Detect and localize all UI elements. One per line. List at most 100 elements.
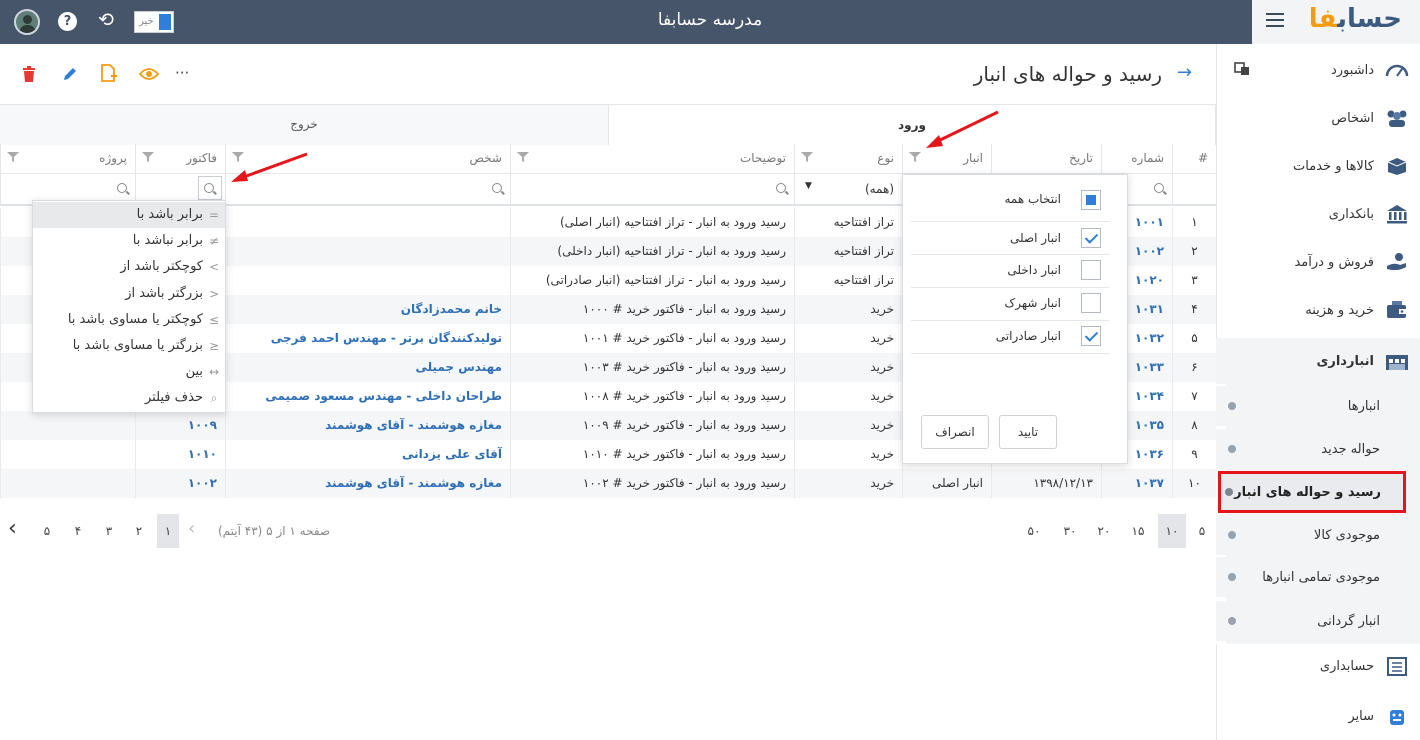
warehouse-option-checkbox[interactable]: [1081, 293, 1101, 313]
split-view-icon[interactable]: [1234, 62, 1250, 76]
cell-invoice[interactable]: ۱۰۰۲: [135, 469, 225, 498]
cell-person[interactable]: [225, 266, 510, 295]
add-document-icon[interactable]: [100, 64, 118, 82]
page-5[interactable]: ۵: [35, 514, 59, 548]
more-icon[interactable]: ···: [175, 64, 189, 82]
warehouse-option[interactable]: انبار صادراتی: [911, 320, 1109, 354]
col-header-desc[interactable]: توضیحات: [510, 144, 794, 174]
sidebar-subitem-receipts-remittances[interactable]: رسید و حواله های انبار: [1218, 471, 1406, 513]
operator-option[interactable]: بزرگتر یا مساوی باشد با ≤: [33, 333, 225, 359]
page-3[interactable]: ۳: [97, 514, 121, 548]
select-all-option[interactable]: انتخاب همه: [911, 183, 1109, 217]
cell-warehouse: انبار اصلی: [902, 469, 991, 498]
cell-person[interactable]: [225, 237, 510, 266]
confirm-button[interactable]: تایید: [999, 415, 1057, 449]
dropdown-caret-icon[interactable]: ▼: [805, 181, 812, 191]
warehouse-option[interactable]: انبار شهرک: [911, 287, 1109, 321]
warehouse-option[interactable]: انبار داخلی: [911, 254, 1109, 288]
sidebar-item-warehouse[interactable]: انبارداری: [1216, 338, 1420, 384]
cell-desc: رسید ورود به انبار - تراز افتتاحیه (انبا…: [510, 237, 794, 266]
sidebar-subitem-all-stock[interactable]: موجودی تمامی انبارها: [1216, 557, 1420, 597]
cell-desc: رسید ورود به انبار - فاکتور خرید # ۱۰۰۰: [510, 295, 794, 324]
col-header-type[interactable]: نوع: [794, 144, 902, 174]
search-icon: [1154, 183, 1164, 193]
warehouse-option-checkbox[interactable]: [1081, 228, 1101, 248]
tab-in[interactable]: ورود: [608, 105, 1216, 145]
next-page-icon[interactable]: ‹: [8, 516, 17, 541]
sidebar-item-label: بانکداری: [1328, 206, 1374, 222]
sidebar-subitem-stock[interactable]: موجودی کالا: [1216, 515, 1420, 555]
operator-option[interactable]: برابر نباشد با ≠: [33, 228, 225, 254]
page-size-50[interactable]: ۵۰: [1022, 514, 1046, 548]
filter-cell-type[interactable]: (همه) ▼: [794, 174, 902, 206]
page-2[interactable]: ۲: [127, 514, 151, 548]
cell-person[interactable]: طراحان داخلی - مهندس مسعود صمیمی: [225, 382, 510, 411]
tab-out[interactable]: خروج: [0, 105, 608, 145]
filter-icon[interactable]: [801, 152, 813, 162]
prev-page-icon[interactable]: ‹: [188, 518, 195, 539]
cell-person[interactable]: تولیدکنندگان برتر - مهندس احمد فرجی: [225, 324, 510, 353]
sidebar-subitem-label: موجودی کالا: [1313, 527, 1380, 543]
sidebar-subitem-warehouses[interactable]: انبارها: [1216, 386, 1420, 426]
sidebar-item-bank[interactable]: بانکداری: [1216, 190, 1420, 238]
sidebar-item-goods[interactable]: کالاها و خدمات: [1216, 142, 1420, 190]
operator-option[interactable]: بین ↔: [33, 359, 225, 385]
filter-icon[interactable]: [142, 152, 154, 162]
page-4[interactable]: ۴: [66, 514, 90, 548]
cell-person[interactable]: [225, 208, 510, 237]
operator-option[interactable]: برابر باشد با =: [33, 202, 225, 228]
warehouse-filter-popup: انتخاب همه انبار اصلی انبار داخلی انبار شه…: [902, 174, 1128, 464]
warehouse-option-checkbox[interactable]: [1081, 326, 1101, 346]
tab-bar: خروج ورود: [0, 104, 1216, 145]
cell-number[interactable]: ۱۰۳۷: [1101, 469, 1172, 498]
cell-invoice[interactable]: ۱۰۱۰: [135, 440, 225, 469]
table-row[interactable]: ۱۰ ۱۰۳۷ ۱۳۹۸/۱۲/۱۳ انبار اصلی خرید رسید ورود …: [0, 469, 1216, 498]
operator-option[interactable]: کوچکتر باشد از >: [33, 254, 225, 280]
cell-person[interactable]: آقای علی یزدانی: [225, 440, 510, 469]
filter-icon[interactable]: [517, 152, 529, 162]
cell-person[interactable]: مغازه هوشمند - آقای هوشمند: [225, 469, 510, 498]
cell-person[interactable]: مغازه هوشمند - آقای هوشمند: [225, 411, 510, 440]
back-arrow-icon[interactable]: →: [1177, 62, 1192, 83]
operator-option[interactable]: بزرگتر باشد از <: [33, 281, 225, 307]
menu-icon[interactable]: [1266, 13, 1284, 27]
page-size-30[interactable]: ۳۰: [1058, 514, 1082, 548]
page-1[interactable]: ۱: [157, 514, 179, 548]
operator-button[interactable]: [198, 176, 222, 200]
cell-desc: رسید ورود به انبار - فاکتور خرید # ۱۰۱۰: [510, 440, 794, 469]
cell-invoice[interactable]: ۱۰۰۹: [135, 411, 225, 440]
operator-option[interactable]: حذف فیلتر ⌕: [33, 385, 225, 411]
bullet-icon: [1228, 573, 1236, 581]
sidebar-subitem-stocktaking[interactable]: انبار گردانی: [1216, 601, 1420, 641]
operator-symbol-icon: ↔: [208, 365, 220, 380]
sidebar-item-purchase[interactable]: خرید و هزینه: [1216, 286, 1420, 334]
edit-icon[interactable]: [62, 66, 78, 82]
cancel-button[interactable]: انصراف: [921, 415, 989, 449]
logo-main: حساب: [1337, 4, 1402, 34]
sidebar-item-people[interactable]: اشخاص: [1216, 94, 1420, 142]
page-size-5[interactable]: ۵: [1190, 514, 1214, 548]
operator-option[interactable]: کوچکتر یا مساوی باشد با ≥: [33, 307, 225, 333]
sidebar-item-other[interactable]: سایر: [1216, 692, 1420, 740]
select-all-checkbox[interactable]: [1081, 190, 1101, 210]
filter-icon[interactable]: [909, 152, 921, 162]
page-size-10[interactable]: ۱۰: [1158, 514, 1186, 548]
page-size-20[interactable]: ۲۰: [1092, 514, 1116, 548]
cell-person[interactable]: خانم محمدزادگان: [225, 295, 510, 324]
sidebar-subitem-new-remittance[interactable]: حواله جدید: [1216, 429, 1420, 469]
cell-person[interactable]: مهندس جمیلی: [225, 353, 510, 382]
filter-icon[interactable]: [7, 152, 19, 162]
sidebar-item-accounting[interactable]: حسابداری: [1216, 642, 1420, 690]
view-icon[interactable]: [139, 67, 159, 81]
warehouse-option-checkbox[interactable]: [1081, 260, 1101, 280]
page-size-15[interactable]: ۱۵: [1126, 514, 1150, 548]
delete-icon[interactable]: [22, 66, 36, 82]
warehouse-option[interactable]: انبار اصلی: [911, 221, 1109, 255]
sidebar-subitem-label: موجودی تمامی انبارها: [1262, 569, 1380, 585]
filter-cell-desc[interactable]: [510, 174, 794, 206]
sidebar-item-sales[interactable]: فروش و درآمد: [1216, 238, 1420, 286]
col-header-invoice[interactable]: فاکتور: [135, 144, 225, 174]
col-header-number[interactable]: شماره: [1101, 144, 1172, 174]
operator-symbol-icon: >: [208, 260, 220, 275]
col-header-project[interactable]: پروژه: [0, 144, 135, 174]
